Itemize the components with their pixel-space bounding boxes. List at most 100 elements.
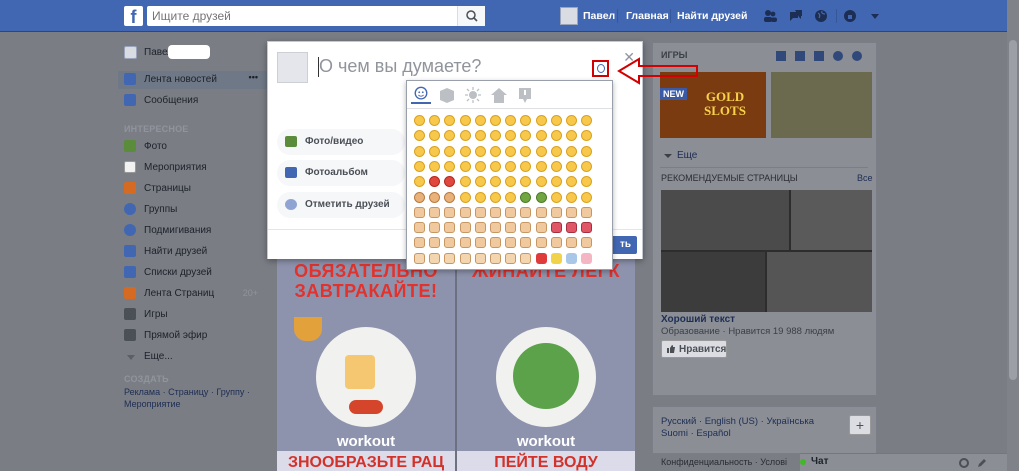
emoji-item-icon[interactable] [535, 252, 547, 264]
sun-tab-icon[interactable] [463, 86, 483, 104]
emoji-item-icon[interactable] [429, 252, 441, 264]
sidebar-item-events[interactable]: Мероприятия [118, 159, 268, 177]
games-toolbar-icons[interactable] [776, 49, 872, 63]
emoji-item-icon[interactable] [520, 176, 532, 188]
house-tab-icon[interactable] [489, 86, 509, 104]
emoji-item-icon[interactable] [566, 191, 577, 203]
chat-bar[interactable]: Чат [800, 453, 1019, 471]
emoji-item-icon[interactable] [505, 115, 517, 126]
emoji-item-icon[interactable] [474, 145, 486, 157]
emoji-item-icon[interactable] [581, 115, 593, 126]
emoji-item-icon[interactable] [505, 145, 517, 157]
emoji-item-icon[interactable] [429, 191, 441, 203]
emoji-item-icon[interactable] [490, 130, 501, 142]
emoji-item-icon[interactable] [581, 191, 593, 203]
emoji-item-icon[interactable] [414, 176, 425, 188]
emoji-item-icon[interactable] [490, 160, 501, 172]
emoji-item-icon[interactable] [535, 160, 547, 172]
emoji-item-icon[interactable] [459, 145, 471, 157]
emoji-item-icon[interactable] [505, 252, 517, 264]
emoji-item-icon[interactable] [474, 206, 486, 218]
emoji-item-icon[interactable] [520, 237, 532, 249]
page-name-link[interactable]: Хороший текст [661, 314, 735, 325]
emoji-item-icon[interactable] [505, 222, 517, 234]
emoji-item-icon[interactable] [535, 206, 547, 218]
emoji-item-icon[interactable] [566, 130, 577, 142]
emoji-item-icon[interactable] [429, 145, 441, 157]
emoji-item-icon[interactable] [535, 145, 547, 157]
emoji-item-icon[interactable] [474, 176, 486, 188]
page-cover-image[interactable] [661, 190, 872, 312]
facebook-logo-icon[interactable]: f [124, 6, 143, 26]
like-page-button[interactable]: Нравится [661, 340, 727, 358]
post-image[interactable]: ОБЯЗАТЕЛЬНО ЗАВТРАКАЙТЕ! workout ЗНООБРА… [277, 255, 455, 471]
emoji-item-icon[interactable] [490, 237, 501, 249]
find-friends-link[interactable]: Найти друзей [677, 10, 747, 22]
emoji-item-icon[interactable] [459, 160, 471, 172]
language-links[interactable]: Русский · English (US) · Українська [661, 416, 814, 427]
emoji-item-icon[interactable] [490, 252, 501, 264]
messages-icon[interactable] [789, 9, 803, 23]
emoji-item-icon[interactable] [550, 237, 562, 249]
emoji-item-icon[interactable] [550, 115, 562, 126]
emoji-item-icon[interactable] [429, 160, 441, 172]
emoji-item-icon[interactable] [581, 160, 593, 172]
emoji-item-icon[interactable] [474, 191, 486, 203]
footer-links[interactable]: Конфиденциальность · Услові [661, 457, 787, 467]
emoji-item-icon[interactable] [414, 145, 425, 157]
scrollbar-thumb[interactable] [1009, 40, 1017, 380]
emoji-item-icon[interactable] [566, 206, 577, 218]
smiley-tab-icon[interactable] [411, 86, 431, 104]
photo-video-option[interactable]: Фото/видео [277, 129, 405, 155]
emoji-item-icon[interactable] [535, 115, 547, 126]
box-tab-icon[interactable] [437, 86, 457, 104]
emoji-item-icon[interactable] [550, 191, 562, 203]
emoji-item-icon[interactable] [550, 176, 562, 188]
emoji-item-icon[interactable] [566, 237, 577, 249]
emoji-item-icon[interactable] [581, 145, 593, 157]
sidebar-item-live[interactable]: Прямой эфир [118, 327, 268, 345]
emoji-item-icon[interactable] [520, 206, 532, 218]
emoji-item-icon[interactable] [581, 222, 593, 234]
emoji-item-icon[interactable] [459, 191, 471, 203]
emoji-item-icon[interactable] [444, 237, 456, 249]
emoji-item-icon[interactable] [414, 206, 425, 218]
emoji-item-icon[interactable] [444, 206, 456, 218]
emoji-item-icon[interactable] [414, 130, 425, 142]
emoji-item-icon[interactable] [535, 176, 547, 188]
emoji-item-icon[interactable] [520, 145, 532, 157]
emoji-item-icon[interactable] [550, 206, 562, 218]
emoji-item-icon[interactable] [550, 145, 562, 157]
emoji-item-icon[interactable] [520, 222, 532, 234]
emoji-item-icon[interactable] [444, 176, 456, 188]
emoji-item-icon[interactable] [505, 237, 517, 249]
create-links[interactable]: Реклама · Страницу · Группу · [124, 387, 250, 397]
emoji-item-icon[interactable] [429, 222, 441, 234]
sidebar-item-more[interactable]: Еще... [118, 348, 268, 366]
emoji-item-icon[interactable] [581, 206, 593, 218]
emoji-item-icon[interactable] [490, 206, 501, 218]
search-input[interactable] [147, 6, 447, 26]
chevron-down-icon[interactable] [869, 10, 881, 22]
emoji-item-icon[interactable] [474, 252, 486, 264]
emoji-item-icon[interactable] [444, 191, 456, 203]
emoji-item-icon[interactable] [550, 252, 562, 264]
sidebar-item-groups[interactable]: Группы [118, 201, 268, 219]
emoji-item-icon[interactable] [566, 176, 577, 188]
emoji-item-icon[interactable] [414, 252, 425, 264]
emoji-item-icon[interactable] [581, 252, 593, 264]
emoji-item-icon[interactable] [429, 130, 441, 142]
emoji-button[interactable] [592, 60, 609, 77]
emoji-item-icon[interactable] [459, 206, 471, 218]
emoji-item-icon[interactable] [566, 145, 577, 157]
add-language-button[interactable]: + [849, 415, 871, 435]
search-box[interactable] [147, 6, 485, 26]
scrollbar[interactable] [1007, 0, 1019, 471]
search-button[interactable] [457, 6, 485, 26]
emoji-item-icon[interactable] [414, 160, 425, 172]
notifications-globe-icon[interactable] [814, 9, 828, 23]
emoji-item-icon[interactable] [429, 237, 441, 249]
emoji-item-icon[interactable] [490, 222, 501, 234]
emoji-item-icon[interactable] [474, 222, 486, 234]
sidebar-item-messages[interactable]: Сообщения [118, 92, 268, 110]
